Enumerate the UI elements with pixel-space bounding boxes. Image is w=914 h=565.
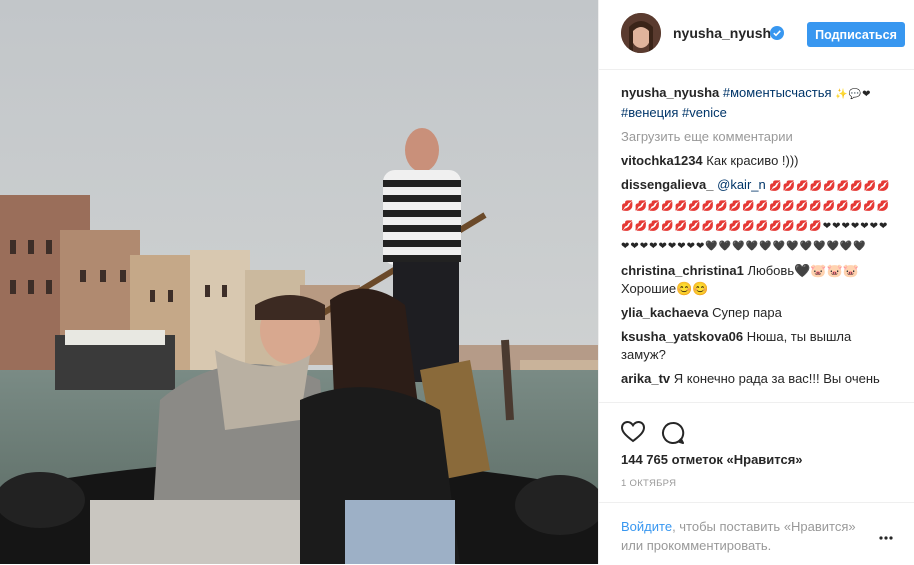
- comment-item: arika_tv Я конечно рада за вас!!! Вы оче…: [621, 370, 891, 388]
- comment-item: vitochka1234 Как красиво !))): [621, 152, 891, 170]
- load-more-comments-link[interactable]: Загрузить еще комментарии: [621, 128, 891, 146]
- comment-item: ksusha_yatskova06 Нюша, ты вышла замуж?: [621, 328, 891, 364]
- comment-username[interactable]: christina_christina1: [621, 263, 744, 278]
- mention-link[interactable]: @kair_n: [717, 177, 766, 192]
- post-date[interactable]: 1 ОКТЯБРЯ: [621, 478, 676, 489]
- caption-emoji: ✨💬❤: [835, 89, 872, 100]
- header-username[interactable]: nyusha_nyusha: [673, 25, 779, 41]
- login-prompt: Войдите, чтобы поставить «Нравится» или …: [621, 517, 871, 555]
- post-header: nyusha_nyusha Подписаться: [599, 0, 914, 70]
- hashtag-link[interactable]: #венеция: [621, 105, 678, 120]
- comment-username[interactable]: arika_tv: [621, 371, 670, 386]
- hashtag-link[interactable]: #моментысчастья: [723, 85, 832, 100]
- comment-text: Супер пара: [712, 305, 782, 320]
- comment-item: ylia_kachaeva Супер пара: [621, 304, 891, 322]
- more-icon[interactable]: [879, 527, 893, 545]
- verified-badge-icon: [770, 26, 784, 40]
- login-link[interactable]: Войдите: [621, 519, 672, 534]
- caption-username[interactable]: nyusha_nyusha: [621, 85, 719, 100]
- comment-username[interactable]: ksusha_yatskova06: [621, 329, 743, 344]
- comment-text: Я конечно рада за вас!!! Вы очень: [673, 371, 880, 386]
- avatar[interactable]: [621, 13, 661, 53]
- comment-username[interactable]: vitochka1234: [621, 153, 703, 168]
- comment-footer: Войдите, чтобы поставить «Нравится» или …: [599, 502, 914, 565]
- venice-gondola-photo: [0, 0, 598, 564]
- heart-icon[interactable]: [620, 420, 646, 448]
- post-photo[interactable]: [0, 0, 598, 564]
- comment-item: dissengalieva_ @kair_n 💋💋💋💋💋💋💋💋💋💋💋💋💋💋💋💋💋…: [621, 176, 891, 256]
- caption: nyusha_nyusha #моментысчастья ✨💬❤ #венец…: [621, 84, 891, 122]
- comment-text: Как красиво !))): [706, 153, 799, 168]
- post-side-panel: nyusha_nyusha Подписаться nyusha_nyusha …: [598, 0, 914, 564]
- comment-item: christina_christina1 Любовь🖤🐷🐷🐷 Хорошие😊…: [621, 262, 891, 298]
- comment-username[interactable]: ylia_kachaeva: [621, 305, 708, 320]
- hashtag-link[interactable]: #venice: [682, 105, 727, 120]
- follow-button[interactable]: Подписаться: [807, 22, 905, 47]
- comment-icon[interactable]: [661, 421, 685, 450]
- comment-username[interactable]: dissengalieva_: [621, 177, 714, 192]
- likes-count[interactable]: 144 765 отметок «Нравится»: [621, 452, 803, 467]
- comments-list: nyusha_nyusha #моментысчастья ✨💬❤ #венец…: [621, 84, 891, 402]
